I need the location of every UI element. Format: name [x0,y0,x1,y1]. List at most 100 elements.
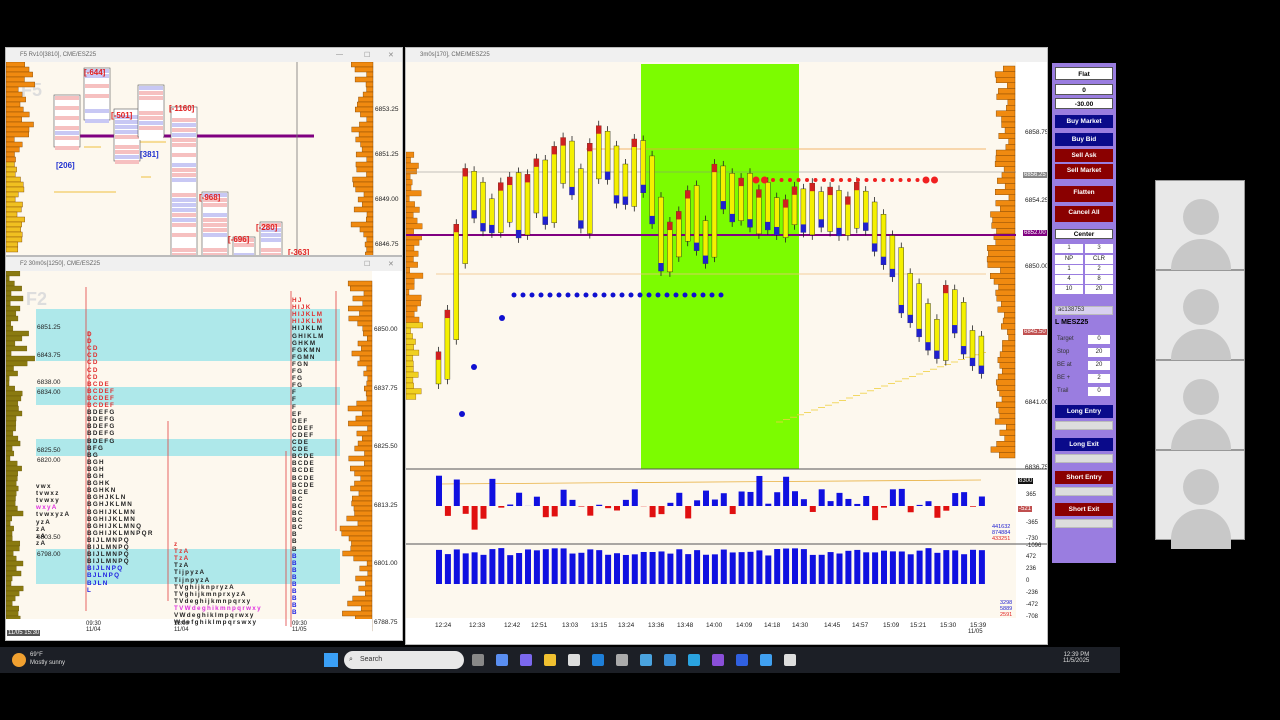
sell-market-button[interactable]: Sell Market [1055,164,1113,179]
volume-profile-bar [406,300,421,307]
weather-icon[interactable] [12,653,26,667]
tpo-row: B [292,559,298,567]
f5-chart[interactable] [6,62,403,256]
volume-profile-bar [358,585,373,592]
quantity-grid-cell[interactable]: 1 [1055,265,1083,274]
maximize-button[interactable]: ☐ [364,51,370,59]
tpo-row: VWdeghiklmpqrwxy [174,612,255,619]
footprint-cell [85,99,109,103]
buy-bid-button[interactable]: Buy Bid [1055,133,1113,146]
short-exit-select[interactable] [1055,519,1113,528]
taskbar-app-icon[interactable] [760,654,772,666]
quantity-grid-cell[interactable]: 8 [1085,275,1113,284]
taskbar-app-icon[interactable] [472,654,484,666]
price-axis-label: 6813.25 [374,501,398,509]
buy-market-button[interactable]: Buy Market [1055,115,1113,128]
short-exit-button[interactable]: Short Exit [1055,503,1113,516]
quantity-stepper[interactable]: 1 [1055,244,1083,253]
tpo-row: BGH [87,458,105,466]
candle-delta [792,186,797,195]
account-select[interactable]: ac138753 [1055,306,1113,315]
volume-profile-bar [406,283,415,290]
taskbar-app-icon[interactable] [688,654,700,666]
support-dot [511,292,517,298]
sell-ask-button[interactable]: Sell Ask [1055,149,1113,162]
taskbar-app-icon[interactable] [544,654,556,666]
delta-bar [889,489,896,506]
close-button[interactable]: ✕ [388,260,394,268]
volume-profile-bar [6,330,29,337]
minimize-button[interactable]: — [336,51,343,58]
footprint-cell [55,96,79,100]
field-spinner[interactable]: 20 [1088,348,1110,357]
field-spinner[interactable]: 20 [1088,361,1110,370]
taskbar-app-icon[interactable] [616,654,628,666]
volume-profile-bar [6,335,23,342]
volume-profile-bar [406,245,415,252]
quantity-grid-cell[interactable]: 4 [1055,275,1083,284]
long-entry-button[interactable]: Long Entry [1055,405,1113,418]
support-dot [583,292,589,298]
long-entry-select[interactable] [1055,421,1113,430]
candle-body [711,163,718,258]
field-spinner[interactable]: 0 [1088,335,1110,344]
taskbar-app-icon[interactable] [520,654,532,666]
time-axis-label: 15:21 [910,622,927,629]
support-dot [637,292,643,298]
quantity-grid-cell[interactable]: 2 [1085,265,1113,274]
short-entry-button[interactable]: Short Entry [1055,471,1113,484]
footprint-cell [172,183,196,187]
footprint-cell [203,228,227,232]
maximize-button[interactable]: ☐ [364,260,370,268]
short-entry-select[interactable] [1055,487,1113,496]
taskbar-app-icon[interactable] [496,654,508,666]
resistance-dot [771,178,775,182]
candle-delta [729,213,735,222]
support-dot [574,292,580,298]
volume-profile-bar [6,241,19,248]
start-button[interactable] [324,653,338,667]
volume-profile-bar [6,320,11,327]
volume-profile-bar [6,375,10,382]
clock[interactable]: 12:39 PM 11/5/2025 [1063,652,1089,664]
delta-bar [676,492,683,506]
taskbar-app-icon[interactable] [736,654,748,666]
tpo-row: F [292,396,298,404]
quantity-grid-cell[interactable]: 20 [1085,285,1113,294]
taskbar-app-icon[interactable] [664,654,676,666]
volume-profile-bar [6,450,15,457]
long-exit-select[interactable] [1055,454,1113,463]
volume-profile-bar [1000,267,1016,274]
volume-profile-bar [355,415,373,422]
quantity-grid-cell[interactable]: 10 [1055,285,1083,294]
volume-profile-bar [6,236,23,243]
search-box[interactable]: ⌕ Search [344,651,464,669]
footprint-cell [115,140,139,144]
volume-profile-bar [360,111,374,118]
taskbar-app-icon[interactable] [592,654,604,666]
tpo-row: HIJKLM [292,311,324,319]
footprint-cell [85,89,109,93]
cancel-all-button[interactable]: Cancel All [1055,206,1113,222]
session-highlight [641,64,799,469]
field-spinner[interactable]: 0 [1088,387,1110,396]
taskbar-app-icon[interactable] [568,654,580,666]
field-spinner[interactable]: 2 [1088,374,1110,383]
close-button[interactable]: ✕ [388,51,394,59]
footprint-cell [172,243,196,247]
volume-profile-bar [367,335,373,342]
taskbar-app-icon[interactable] [640,654,652,666]
quantity-grid-cell[interactable]: NP [1055,255,1083,264]
volume-profile-bar [406,168,417,175]
long-exit-button[interactable]: Long Exit [1055,438,1113,451]
quantity-preset[interactable]: 3 [1085,244,1113,253]
taskbar-app-icon[interactable] [784,654,796,666]
candle-delta [596,125,602,134]
volume-profile-bar [339,525,373,532]
taskbar-app-icon[interactable] [712,654,724,666]
quantity-grid-cell[interactable]: CLR [1085,255,1113,264]
main-chart[interactable] [406,62,1048,645]
volume-profile-bar [363,330,373,337]
center-button[interactable]: Center [1055,229,1113,239]
flatten-button[interactable]: Flatten [1055,186,1113,202]
